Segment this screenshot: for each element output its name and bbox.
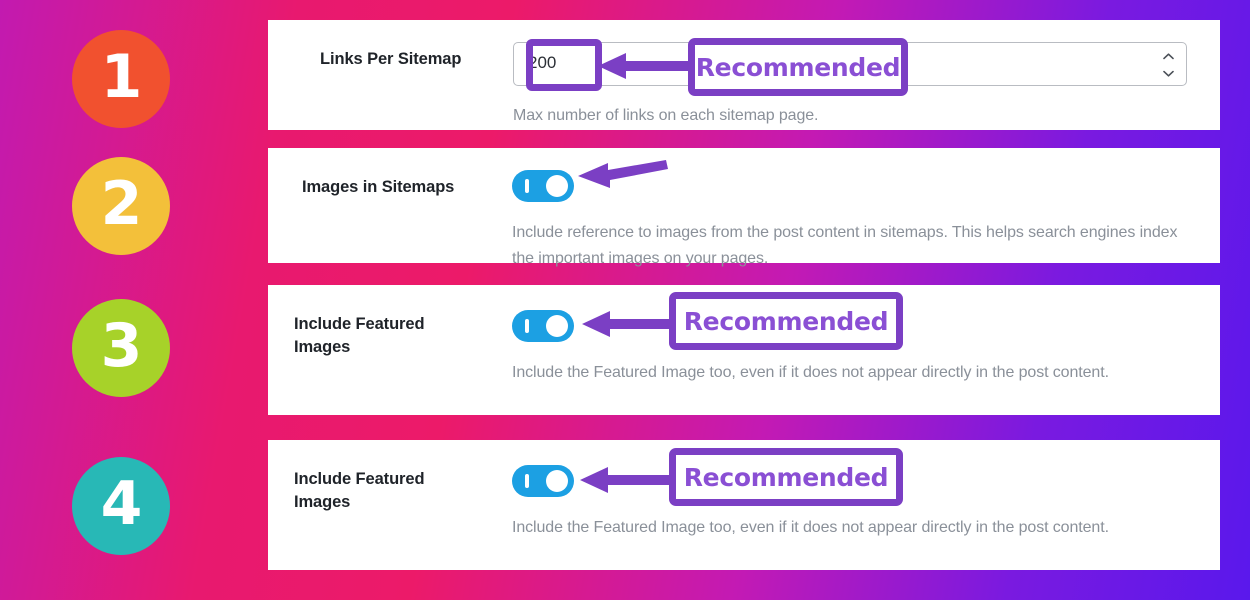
recommended-badge-4: Recommended [669,448,903,506]
include-featured-images-toggle[interactable] [512,310,574,342]
include-featured-images-2-toggle[interactable] [512,465,574,497]
setting-control-container: Include reference to images from the pos… [512,148,1198,267]
setting-label-container: Images in Sitemaps [284,148,512,263]
step-badge-4: 4 [72,457,170,555]
setting-label-include-featured-images-2: Include Featured Images [294,470,425,512]
recommended-badge-label-4: Recommended [683,462,889,492]
chevron-down-icon [1163,70,1174,77]
recommended-badge-3: Recommended [669,292,903,350]
helper-text-images-in-sitemaps: Include reference to images from the pos… [512,224,1178,267]
chevron-up-icon [1163,53,1174,60]
toggle-on-indicator [525,474,529,488]
step-number-3: 3 [100,311,143,381]
helper-text-include-featured-images: Include the Featured Image too, even if … [512,364,1109,381]
step-number-2: 2 [100,169,143,239]
toggle-row [512,170,1198,206]
step-number-4: 4 [100,469,143,539]
setting-label-links-per-sitemap: Links Per Sitemap [320,50,462,68]
step-badge-1: 1 [72,30,170,128]
number-stepper[interactable] [1162,53,1175,77]
toggle-knob [546,175,568,197]
toggle-knob [546,470,568,492]
step-badge-2: 2 [72,157,170,255]
helper-text-include-featured-images-2: Include the Featured Image too, even if … [512,519,1109,536]
recommended-badge-1: Recommended [688,38,908,96]
setting-label-container: Links Per Sitemap [284,20,512,130]
setting-label-images-in-sitemaps: Images in Sitemaps [302,178,455,196]
annotated-settings-screenshot: 1 2 3 4 Links Per Sitemap 200 Max number… [0,0,1250,600]
step-number-1: 1 [100,42,143,112]
toggle-on-indicator [525,179,529,193]
setting-label-include-featured-images: Include Featured Images [294,315,425,357]
links-per-sitemap-value: 200 [528,53,557,72]
helper-text-links-per-sitemap: Max number of links on each sitemap page… [513,107,819,124]
images-in-sitemaps-toggle[interactable] [512,170,574,202]
toggle-on-indicator [525,319,529,333]
setting-card-images-in-sitemaps: Images in Sitemaps Include reference to … [268,148,1220,267]
toggle-knob [546,315,568,337]
step-badge-3: 3 [72,299,170,397]
recommended-badge-label-3: Recommended [683,306,889,336]
setting-label-container: Include Featured Images [284,285,512,415]
setting-label-container: Include Featured Images [284,440,512,570]
recommended-badge-label-1: Recommended [695,52,901,82]
